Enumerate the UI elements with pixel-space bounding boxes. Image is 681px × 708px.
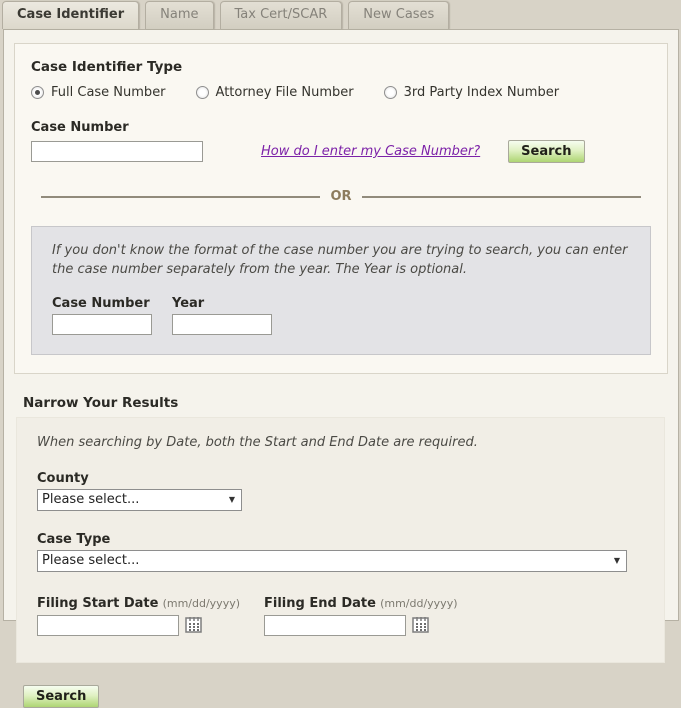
filing-start-date-input[interactable]	[37, 615, 179, 636]
alternate-case-number-label: Case Number	[52, 296, 152, 311]
filing-start-date-label: Filing Start Date (mm/dd/yyyy)	[37, 596, 240, 611]
divider-line	[41, 196, 320, 198]
date-format-hint: (mm/dd/yyyy)	[380, 597, 457, 610]
narrow-results-section: When searching by Date, both the Start a…	[16, 417, 665, 663]
case-identifier-type-radios: Full Case Number Attorney File Number 3r…	[31, 85, 651, 100]
divider-line	[362, 196, 641, 198]
radio-attorney-file-number[interactable]: Attorney File Number	[196, 85, 354, 100]
radio-button-icon[interactable]	[384, 86, 397, 99]
county-select[interactable]: Please select... ▼	[37, 489, 242, 511]
date-requirement-note: When searching by Date, both the Start a…	[37, 435, 664, 450]
case-number-input[interactable]	[31, 141, 203, 162]
case-identifier-type-heading: Case Identifier Type	[31, 59, 651, 75]
tab-new-cases[interactable]: New Cases	[348, 1, 449, 29]
year-input[interactable]	[172, 314, 272, 335]
or-divider: OR	[41, 189, 641, 204]
case-number-row: How do I enter my Case Number? Search	[31, 140, 651, 163]
county-selected-value: Please select...	[42, 492, 139, 507]
year-field: Year	[172, 296, 272, 335]
or-text: OR	[330, 189, 351, 204]
narrow-results-heading: Narrow Your Results	[23, 395, 678, 411]
alternate-case-number-field: Case Number	[52, 296, 152, 335]
tab-bar: Case Identifier Name Tax Cert/SCAR New C…	[0, 0, 681, 29]
search-button-bottom[interactable]: Search	[23, 685, 99, 708]
case-number-label: Case Number	[31, 120, 651, 135]
filing-end-date-group: Filing End Date (mm/dd/yyyy)	[264, 596, 457, 636]
alternate-instructions: If you don't know the format of the case…	[52, 242, 630, 280]
chevron-down-icon: ▼	[229, 495, 235, 504]
case-type-select[interactable]: Please select... ▼	[37, 550, 627, 572]
alternate-fields-row: Case Number Year	[52, 296, 630, 335]
county-label: County	[37, 471, 664, 486]
filing-end-date-label: Filing End Date (mm/dd/yyyy)	[264, 596, 457, 611]
radio-button-icon[interactable]	[31, 86, 44, 99]
calendar-icon[interactable]	[412, 616, 430, 634]
case-number-help-link[interactable]: How do I enter my Case Number?	[261, 144, 480, 159]
filing-end-date-input[interactable]	[264, 615, 406, 636]
alternate-case-number-box: If you don't know the format of the case…	[31, 226, 651, 355]
radio-button-icon[interactable]	[196, 86, 209, 99]
alternate-case-number-input[interactable]	[52, 314, 152, 335]
case-identifier-section: Case Identifier Type Full Case Number At…	[14, 43, 668, 374]
radio-full-case-number[interactable]: Full Case Number	[31, 85, 166, 100]
tab-case-identifier[interactable]: Case Identifier	[2, 1, 139, 29]
search-button-top[interactable]: Search	[508, 140, 584, 163]
case-type-label: Case Type	[37, 532, 664, 547]
filing-dates-row: Filing Start Date (mm/dd/yyyy)	[37, 596, 664, 636]
filing-start-date-group: Filing Start Date (mm/dd/yyyy)	[37, 596, 240, 636]
tab-tax-cert-scar[interactable]: Tax Cert/SCAR	[220, 1, 343, 29]
date-format-hint: (mm/dd/yyyy)	[163, 597, 240, 610]
radio-label: 3rd Party Index Number	[404, 85, 559, 100]
year-label: Year	[172, 296, 272, 311]
tab-name[interactable]: Name	[145, 1, 213, 29]
radio-3rd-party-index-number[interactable]: 3rd Party Index Number	[384, 85, 559, 100]
radio-label: Attorney File Number	[216, 85, 354, 100]
calendar-icon[interactable]	[185, 616, 203, 634]
main-panel: Case Identifier Type Full Case Number At…	[3, 29, 679, 621]
case-type-selected-value: Please select...	[42, 553, 139, 568]
chevron-down-icon: ▼	[614, 556, 620, 565]
radio-label: Full Case Number	[51, 85, 166, 100]
